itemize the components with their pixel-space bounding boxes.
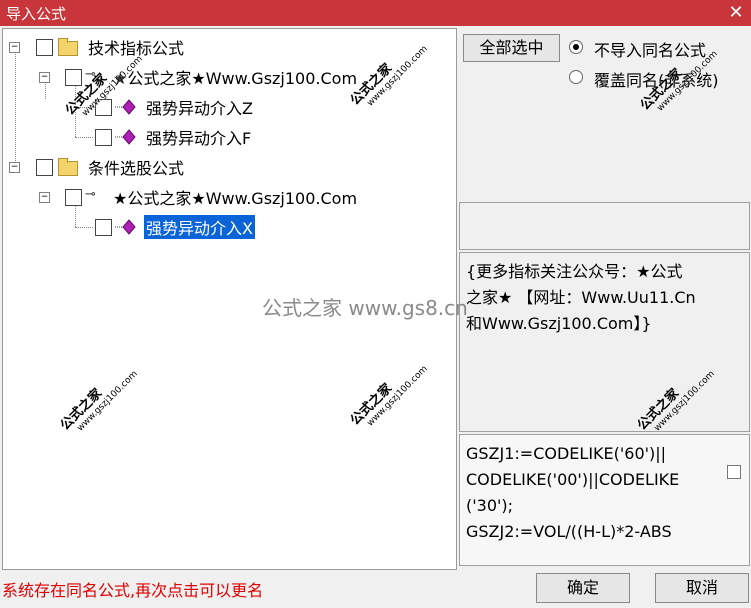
collapse-icon[interactable]: − (9, 162, 20, 173)
folder-icon (58, 38, 78, 56)
close-icon[interactable]: ✕ (721, 0, 751, 26)
tree-node-condition-select[interactable]: − 条件选股公式 (9, 156, 449, 180)
description-box[interactable]: {更多指标关注公众号：★公式 之家★ 【网址：Www.Uu11.Cn 和Www.… (459, 252, 750, 432)
code-preview-box[interactable]: GSZJ1:=CODELIKE('60')|| CODELIKE('00')||… (459, 434, 750, 566)
description-line: 之家★ 【网址：Www.Uu11.Cn (466, 288, 696, 307)
tree-label: 强势异动介入F (146, 129, 252, 148)
status-message: 系统存在同名公式,再次点击可以更名 (2, 581, 264, 600)
description-line: {更多指标关注公众号：★公式 (466, 262, 683, 281)
formula-gem-icon (115, 99, 136, 115)
cancel-button[interactable]: 取消 (655, 573, 749, 603)
collapse-icon[interactable]: − (39, 72, 50, 83)
code-line: CODELIKE('00')||CODELIKE (466, 470, 680, 489)
window-title: 导入公式 (6, 5, 67, 23)
tree-label: ★公式之家★Www.Gszj100.Com (113, 189, 358, 208)
collapse-icon[interactable]: − (39, 192, 50, 203)
tree-label: ★公式之家★Www.Gszj100.Com (113, 69, 358, 88)
key-icon: ⊸ (85, 187, 96, 202)
tree-label: 强势异动介入Z (146, 99, 253, 118)
empty-panel (459, 202, 750, 250)
checkbox[interactable] (36, 159, 53, 176)
checkbox[interactable] (65, 189, 82, 206)
code-line: GSZJ2:=VOL/((H-L)*2-ABS (466, 522, 672, 541)
tree-node-gszj-select[interactable]: − ⊸ ★公式之家★Www.Gszj100.Com (39, 186, 449, 210)
formula-gem-icon (115, 129, 136, 145)
radio-overwrite[interactable] (569, 70, 583, 84)
checkbox[interactable] (36, 39, 53, 56)
code-line: GSZJ1:=CODELIKE('60')|| (466, 444, 667, 463)
tree-node-item-f[interactable]: 强势异动介入F (95, 126, 395, 150)
center-watermark: 公式之家 www.gs8.cn (262, 296, 468, 320)
description-line: 和Www.Gszj100.Com】} (466, 314, 652, 333)
tree-line (15, 45, 16, 165)
collapse-icon[interactable]: − (9, 42, 20, 53)
select-all-button[interactable]: 全部选中 (463, 34, 560, 62)
formula-gem-icon (115, 219, 136, 235)
ok-button[interactable]: 确定 (536, 573, 630, 603)
tree-label: 条件选股公式 (88, 159, 185, 178)
tree-node-item-x[interactable]: 强势异动介入X (95, 215, 395, 240)
checkbox[interactable] (95, 129, 112, 146)
tree-line (75, 137, 93, 138)
tree-label-selected: 强势异动介入X (144, 215, 255, 239)
folder-icon (58, 158, 78, 176)
title-bar: 导入公式 ✕ (0, 0, 751, 26)
radio-skip-duplicates[interactable] (569, 40, 583, 54)
code-line: ('30'); (466, 496, 514, 515)
tree-line (75, 227, 93, 228)
code-checkbox[interactable] (727, 465, 741, 479)
checkbox[interactable] (95, 219, 112, 236)
checkbox[interactable] (65, 69, 82, 86)
